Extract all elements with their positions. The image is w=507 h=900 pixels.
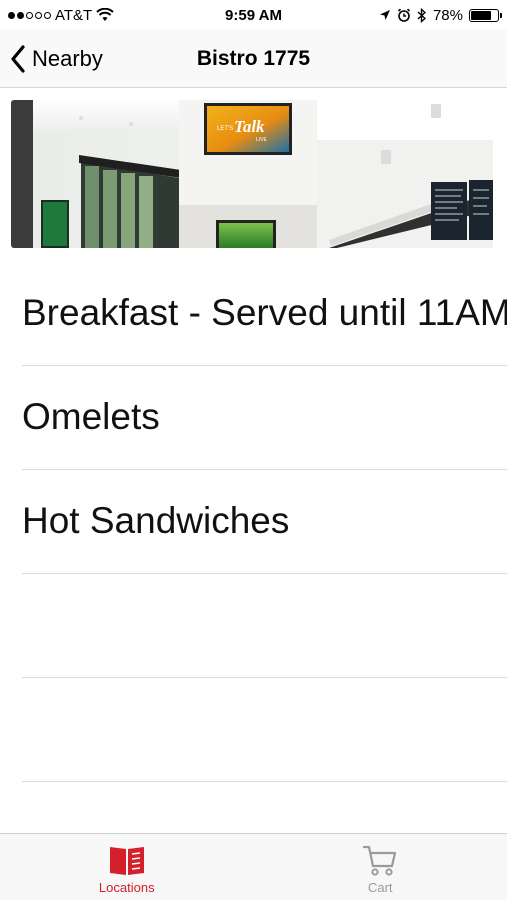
alarm-clock-icon — [397, 8, 411, 22]
tab-cart[interactable]: Cart — [254, 834, 507, 900]
status-right: 78% — [379, 6, 502, 24]
battery-percentage: 78% — [432, 6, 463, 24]
tab-cart-label: Cart — [367, 880, 393, 895]
tv-text-main: Talk — [234, 117, 265, 136]
status-left: AT&T — [8, 7, 114, 24]
menu-item-label: Hot Sandwiches — [22, 500, 290, 541]
carrier-label: AT&T — [55, 6, 93, 24]
back-label: Nearby — [32, 46, 103, 71]
restaurant-hero-image: LET'S Talk LIVE — [11, 100, 493, 248]
tab-locations-label: Locations — [98, 880, 155, 895]
status-bar: AT&T 9:59 AM 78% — [0, 0, 507, 30]
app-screen: AT&T 9:59 AM 78% Nearby Bistro 1775 LET'… — [0, 0, 507, 900]
wifi-icon — [96, 8, 114, 21]
signal-strength-icon — [8, 11, 51, 19]
battery-fill — [471, 10, 492, 20]
list-item[interactable] — [22, 574, 507, 678]
chevron-left-icon — [11, 45, 25, 73]
tv-text-top: LET'S — [217, 126, 233, 132]
bluetooth-icon — [417, 7, 427, 23]
tab-bar: Locations Cart — [0, 833, 507, 900]
battery-icon — [469, 8, 502, 22]
location-arrow-icon — [379, 10, 390, 20]
list-item[interactable]: Omelets — [22, 366, 507, 470]
tab-locations[interactable]: Locations — [0, 834, 254, 900]
tv-text-bottom: LIVE — [256, 137, 268, 143]
hero-illustration: LET'S Talk LIVE — [11, 100, 493, 248]
list-item[interactable]: Breakfast - Served until 11AM — [22, 262, 507, 366]
navigation-bar: Nearby Bistro 1775 — [0, 30, 507, 88]
list-item[interactable]: Hot Sandwiches — [22, 470, 507, 574]
cart-icon — [363, 845, 397, 876]
list-item[interactable] — [22, 678, 507, 782]
menu-item-label: Omelets — [22, 396, 160, 437]
locations-icon — [109, 847, 144, 875]
menu-category-list: Breakfast - Served until 11AM Omelets Ho… — [0, 262, 507, 782]
back-button[interactable]: Nearby — [10, 40, 103, 78]
menu-item-label: Breakfast - Served until 11AM — [22, 292, 507, 333]
